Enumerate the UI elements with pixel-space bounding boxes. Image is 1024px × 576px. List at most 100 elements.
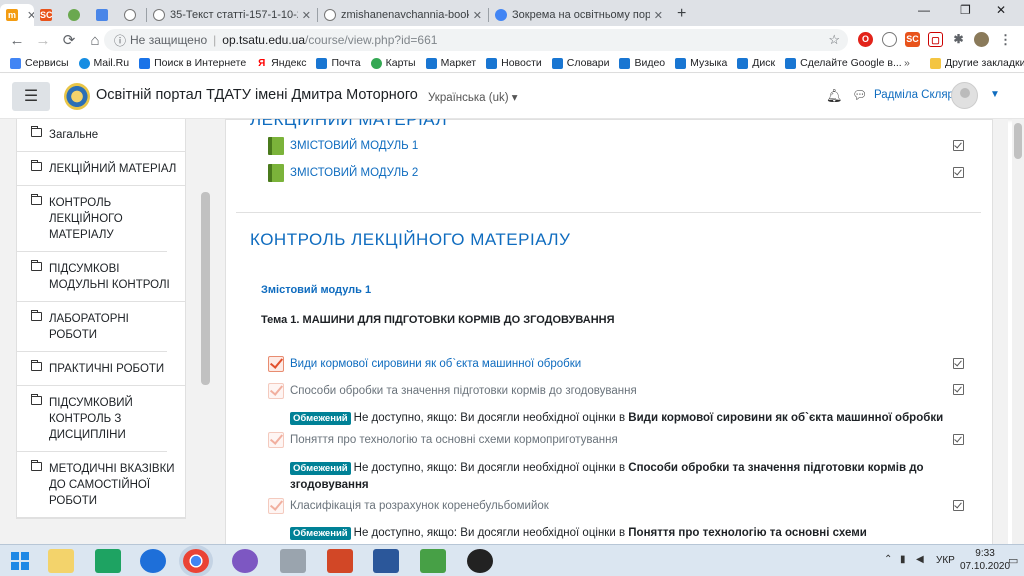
bookmark-item[interactable]: Сервисы bbox=[10, 57, 69, 69]
tab-portal[interactable]: Зокрема на освітньому порталі ✕ bbox=[489, 4, 669, 26]
tab-pinned-4[interactable] bbox=[90, 4, 118, 26]
new-tab-button[interactable]: + bbox=[677, 5, 686, 23]
bookmark-item[interactable]: Почта bbox=[316, 57, 361, 69]
drawer-item[interactable]: КОНТРОЛЬ ЛЕКЦІЙНОГО МАТЕРІАЛУ bbox=[17, 186, 167, 252]
bookmark-item[interactable]: Mail.Ru bbox=[78, 57, 129, 69]
ie-browser-icon[interactable] bbox=[140, 549, 166, 573]
bookmark-item[interactable]: Диск bbox=[737, 57, 775, 69]
calculator-icon[interactable] bbox=[280, 549, 306, 573]
tab-pinned-3[interactable] bbox=[62, 4, 90, 26]
tab-booklet[interactable]: zmishanenavchannia-bookletspr ✕ bbox=[318, 4, 488, 26]
info-icon[interactable]: ⓘ bbox=[114, 32, 126, 49]
back-arrow-icon[interactable]: ← bbox=[4, 32, 30, 49]
store-icon[interactable] bbox=[95, 549, 121, 573]
bookmark-item[interactable]: Маркет bbox=[425, 57, 476, 69]
windows-start-icon[interactable] bbox=[8, 549, 34, 573]
quiz-activity[interactable]: Класифікація та розрахунок коренебульбом… bbox=[268, 498, 549, 514]
bookmark-item[interactable]: Видео bbox=[619, 57, 665, 69]
pocket-extension-icon[interactable]: ▢ bbox=[928, 32, 943, 47]
extensions-puzzle-icon[interactable]: ✱ bbox=[951, 32, 966, 47]
notifications-icon[interactable]: ▭ bbox=[1008, 554, 1018, 567]
opera-extension-icon[interactable]: O bbox=[858, 32, 873, 47]
completion-checkbox-icon[interactable] bbox=[953, 167, 964, 178]
section-title[interactable]: КОНТРОЛЬ ЛЕКЦІЙНОГО МАТЕРІАЛУ bbox=[250, 230, 570, 250]
tab-article[interactable]: 35-Текст статті-157-1-10-20160 ✕ bbox=[147, 4, 317, 26]
minimize-button[interactable]: — bbox=[918, 3, 930, 17]
close-tab-icon[interactable]: ✕ bbox=[469, 9, 482, 22]
utorrent-icon[interactable] bbox=[420, 549, 446, 573]
notifications-bell-icon[interactable]: 🔔︎ bbox=[826, 88, 843, 104]
forward-arrow-icon[interactable]: → bbox=[30, 32, 56, 49]
close-tab-icon[interactable]: ✕ bbox=[650, 9, 663, 22]
messages-icon[interactable]: 💬︎ bbox=[852, 88, 867, 102]
restore-button[interactable]: ❐ bbox=[960, 3, 971, 17]
avatar[interactable] bbox=[951, 82, 978, 109]
completion-checkbox-icon[interactable] bbox=[953, 358, 964, 369]
user-name[interactable]: Радміла Скляр bbox=[874, 89, 954, 101]
bookmark-star-icon[interactable]: ☆ bbox=[828, 32, 840, 48]
word-icon[interactable] bbox=[373, 549, 399, 573]
tray-arrow-icon[interactable]: ⌃ bbox=[884, 554, 892, 565]
sc-extension-icon[interactable]: SC bbox=[905, 32, 920, 47]
activity-link[interactable]: ЗМІСТОВИЙ МОДУЛЬ 1 bbox=[290, 140, 418, 152]
close-tab-icon[interactable]: ✕ bbox=[298, 9, 311, 22]
close-window-button[interactable]: ✕ bbox=[996, 3, 1006, 17]
activity-link[interactable]: Види кормової сировини як об`єкта машинн… bbox=[290, 358, 581, 370]
drawer-scrollbar[interactable] bbox=[201, 192, 210, 385]
section-title[interactable]: ЛЕКЦІЙНИЙ МАТЕРІАЛ bbox=[250, 119, 447, 130]
bookmark-item[interactable]: Музыка bbox=[675, 57, 727, 69]
quiz-activity[interactable]: Види кормової сировини як об`єкта машинн… bbox=[268, 356, 581, 372]
network-icon[interactable]: ▮ bbox=[900, 554, 906, 565]
other-bookmarks[interactable]: Другие закладки bbox=[930, 57, 1024, 69]
more-bookmarks-button[interactable]: » bbox=[904, 57, 910, 69]
reload-icon[interactable]: ⟳ bbox=[56, 31, 82, 49]
bookmark-item[interactable]: Сделайте Google в... bbox=[785, 57, 902, 69]
quiz-activity[interactable]: Поняття про технологію та основні схеми … bbox=[268, 432, 618, 448]
book-activity[interactable]: ЗМІСТОВИЙ МОДУЛЬ 2 bbox=[268, 164, 418, 182]
file-explorer-icon[interactable] bbox=[48, 549, 74, 573]
drawer-item[interactable]: Загальне bbox=[17, 119, 185, 152]
app-icon[interactable] bbox=[467, 549, 493, 573]
bookmark-item[interactable]: Словари bbox=[551, 57, 609, 69]
quiz-icon bbox=[268, 383, 284, 399]
address-bar[interactable]: ⓘ Не защищено | op.tsatu.edu.ua /course/… bbox=[104, 29, 848, 51]
chrome-menu-icon[interactable]: ⋮ bbox=[998, 32, 1013, 47]
university-logo[interactable] bbox=[64, 83, 90, 110]
tab-sc[interactable]: SC bbox=[34, 4, 62, 26]
drawer-item[interactable]: МЕТОДИЧНІ ВКАЗІВКИ ДО САМОСТІЙНОЇ РОБОТИ bbox=[17, 452, 185, 518]
completion-checkbox-icon[interactable] bbox=[953, 384, 964, 395]
quiz-activity[interactable]: Способи обробки та значення підготовки к… bbox=[268, 383, 637, 399]
completion-checkbox-icon[interactable] bbox=[953, 434, 964, 445]
book-activity[interactable]: ЗМІСТОВИЙ МОДУЛЬ 1 bbox=[268, 137, 418, 155]
drawer-item[interactable]: ПІДСУМКОВИЙ КОНТРОЛЬ З ДИСЦИПЛІНИ bbox=[17, 386, 167, 452]
scrollbar-thumb[interactable] bbox=[1014, 123, 1022, 159]
drawer-item[interactable]: ПРАКТИЧНІ РОБОТИ bbox=[17, 352, 185, 386]
user-menu-caret-icon[interactable]: ▼ bbox=[990, 89, 1000, 100]
bookmark-item[interactable]: Поиск в Интернете bbox=[139, 57, 246, 69]
site-name[interactable]: Освітній портал ТДАТУ імені Дмитра Мотор… bbox=[96, 87, 418, 103]
volume-icon[interactable]: ◀ bbox=[916, 554, 924, 565]
viber-icon[interactable] bbox=[232, 549, 258, 573]
input-language[interactable]: УКР bbox=[936, 555, 955, 566]
powerpoint-icon[interactable] bbox=[327, 549, 353, 573]
globe-extension-icon[interactable] bbox=[882, 32, 897, 47]
completion-checkbox-icon[interactable] bbox=[953, 500, 964, 511]
close-tab-icon[interactable]: ✕ bbox=[23, 9, 34, 22]
folder-icon bbox=[930, 57, 941, 69]
drawer-item[interactable]: ПІДСУМКОВІ МОДУЛЬНІ КОНТРОЛІ bbox=[17, 252, 185, 302]
bookmark-item[interactable]: Карты bbox=[370, 57, 416, 69]
drawer-item[interactable]: ЛАБОРАТОРНІ РОБОТИ bbox=[17, 302, 167, 352]
page-scrollbar[interactable] bbox=[1012, 119, 1024, 544]
completion-checkbox-icon[interactable] bbox=[953, 140, 964, 151]
tab-pinned-5[interactable] bbox=[118, 4, 146, 26]
bookmark-item[interactable]: Новости bbox=[486, 57, 542, 69]
system-clock[interactable]: 9:33 07.10.2020 bbox=[960, 547, 1010, 573]
drawer-item[interactable]: ЛЕКЦІЙНИЙ МАТЕРІАЛ bbox=[17, 152, 185, 186]
drawer-toggle-button[interactable]: ☰ bbox=[12, 82, 50, 111]
chrome-icon[interactable] bbox=[183, 549, 209, 573]
language-menu[interactable]: Українська (uk) ▾ bbox=[428, 90, 518, 104]
bookmark-item[interactable]: Я Яндекс bbox=[256, 57, 306, 69]
tab-moodle[interactable]: m ✕ bbox=[0, 4, 34, 26]
profile-avatar-icon[interactable] bbox=[974, 32, 989, 47]
activity-link[interactable]: ЗМІСТОВИЙ МОДУЛЬ 2 bbox=[290, 167, 418, 179]
